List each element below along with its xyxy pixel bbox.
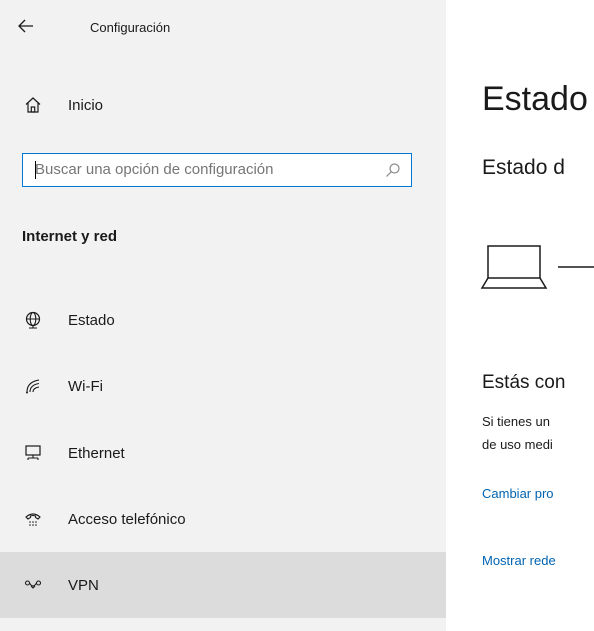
sidebar-item-label: VPN (68, 576, 99, 594)
sidebar-item-label: Ethernet (68, 444, 125, 462)
wifi-icon (22, 375, 44, 397)
search-icon[interactable] (385, 162, 401, 178)
laptop-icon (480, 245, 594, 289)
back-button[interactable] (14, 14, 38, 38)
section-subtitle: Estado d (482, 156, 565, 179)
globe-icon (22, 309, 44, 331)
vpn-icon (22, 574, 44, 596)
title-bar: Configuración (0, 0, 446, 52)
sidebar-item-wifi[interactable]: Wi-Fi (0, 353, 446, 419)
sidebar-item-vpn[interactable]: VPN (0, 552, 446, 618)
sidebar-item-label: Estado (68, 311, 115, 329)
page-title: Estado (482, 80, 588, 118)
app-title: Configuración (90, 20, 171, 35)
ethernet-icon (22, 442, 44, 464)
nav-home[interactable]: Inicio (0, 72, 446, 138)
search-input[interactable] (31, 154, 379, 185)
sidebar-item-label: Wi-Fi (68, 377, 103, 395)
show-networks-link[interactable]: Mostrar rede (482, 553, 556, 568)
main-content: Estado Estado d Estás con Si tienes un d… (446, 0, 594, 631)
back-arrow-icon (18, 19, 33, 33)
description-line: Si tienes un (482, 414, 550, 429)
search-box[interactable] (22, 153, 412, 187)
sidebar-item-label: Acceso telefónico (68, 510, 186, 528)
home-icon (22, 94, 44, 116)
text-caret (35, 161, 36, 179)
sidebar-item-ethernet[interactable]: Ethernet (0, 420, 446, 486)
sidebar: Configuración Inicio Internet y red Esta… (0, 0, 446, 631)
connection-status-text: Estás con (482, 372, 566, 393)
section-title: Internet y red (22, 228, 118, 245)
sidebar-item-acceso-telefonico[interactable]: Acceso telefónico (0, 486, 446, 552)
sidebar-item-estado[interactable]: Estado (0, 287, 446, 353)
description-line: de uso medi (482, 437, 553, 452)
dialup-icon (22, 508, 44, 530)
nav-home-label: Inicio (68, 96, 104, 114)
change-properties-link[interactable]: Cambiar pro (482, 486, 554, 501)
